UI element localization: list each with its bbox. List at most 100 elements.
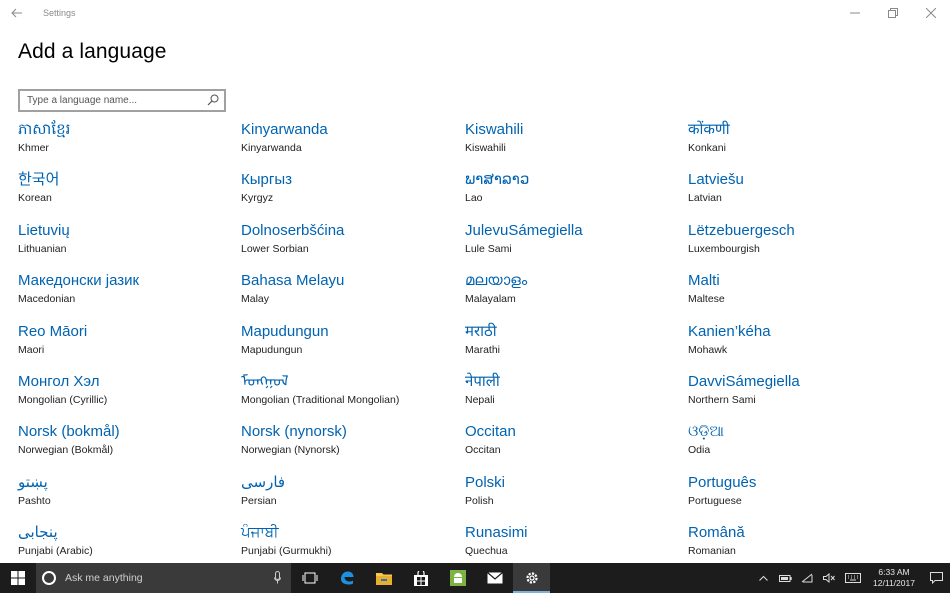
language-native-name: മലയാളം xyxy=(465,272,528,290)
start-button[interactable] xyxy=(0,563,36,593)
taskbar-app-edge[interactable] xyxy=(328,563,365,593)
language-native-name: 한국어 xyxy=(18,171,60,189)
language-native-name: Lëtzebuergesch xyxy=(688,221,795,239)
language-item[interactable]: Кыргыз Kyrgyz xyxy=(241,170,461,216)
settings-gear-icon xyxy=(525,572,538,584)
clock-date: 12/11/2017 xyxy=(873,578,915,588)
battery-button[interactable] xyxy=(774,563,796,593)
language-item[interactable]: Latviešu Latvian xyxy=(688,170,908,216)
language-native-name: JulevuSámegiella xyxy=(465,221,583,239)
restore-button[interactable] xyxy=(874,0,912,26)
language-english-name: Khmer xyxy=(18,142,49,154)
taskbar-app-android[interactable] xyxy=(439,563,476,593)
language-english-name: Romanian xyxy=(688,545,736,558)
language-item[interactable]: Mapudungun Mapudungun xyxy=(241,322,461,368)
language-english-name: Marathi xyxy=(465,343,501,356)
language-item[interactable]: മലയാളം Malayalam xyxy=(465,271,685,317)
file-explorer-icon xyxy=(375,573,392,585)
language-native-name: Norsk (bokmål) xyxy=(18,423,120,441)
close-button[interactable] xyxy=(912,0,950,26)
language-item[interactable]: नेपाली Nepali xyxy=(465,372,685,418)
language-item[interactable]: ភាសាខ្មែរ Khmer xyxy=(18,120,238,166)
taskbar-app-store[interactable] xyxy=(402,563,439,593)
language-english-name: Latvian xyxy=(688,192,722,205)
language-item[interactable]: Bahasa Melayu Malay xyxy=(241,271,461,317)
keyboard-icon xyxy=(845,573,861,583)
clock[interactable]: 6:33 AM 12/11/2017 xyxy=(866,567,922,589)
language-item[interactable]: Lietuvių Lithuanian xyxy=(18,221,238,267)
language-item[interactable]: فارسی Persian xyxy=(241,473,461,519)
network-button[interactable] xyxy=(796,563,818,593)
language-item[interactable]: Dolnoserbšćina Lower Sorbian xyxy=(241,221,461,267)
language-item[interactable]: Kinyarwanda Kinyarwanda xyxy=(241,120,461,166)
language-native-name: Português xyxy=(688,473,757,491)
taskbar-app-file-explorer[interactable] xyxy=(365,563,402,593)
language-native-name: Reo Māori xyxy=(18,322,88,340)
language-item[interactable]: Română Romanian xyxy=(688,523,908,563)
language-english-name: Occitan xyxy=(465,444,501,457)
volume-button[interactable] xyxy=(818,563,840,593)
language-item[interactable]: پنجابی Punjabi (Arabic) xyxy=(18,523,238,563)
language-item[interactable]: कोंकणी Konkani xyxy=(688,120,908,166)
language-native-name: Dolnoserbšćina xyxy=(241,221,345,239)
language-item[interactable]: ᠮᠣᠩᠭᠣᠯ Mongolian (Traditional Mongolian) xyxy=(241,372,461,418)
microphone-icon[interactable] xyxy=(274,571,281,584)
language-item[interactable]: Reo Māori Maori xyxy=(18,322,238,368)
language-english-name: Malayalam xyxy=(465,293,516,306)
minimize-button[interactable] xyxy=(836,0,874,26)
language-native-name: नेपाली xyxy=(465,373,500,390)
action-center-button[interactable] xyxy=(922,563,950,593)
language-item[interactable]: Lëtzebuergesch Luxembourgish xyxy=(688,221,908,267)
language-item[interactable]: Português Portuguese xyxy=(688,473,908,519)
language-native-name: پښتو xyxy=(18,473,48,491)
title-bar: Settings xyxy=(0,0,950,26)
language-english-name: Pashto xyxy=(18,494,51,507)
language-english-name: Odia xyxy=(688,444,711,457)
language-english-name: Persian xyxy=(241,494,277,507)
language-item[interactable]: Kanien’kéha Mohawk xyxy=(688,322,908,368)
language-english-name: Korean xyxy=(18,192,52,205)
language-native-name: ਪੰਜਾਬੀ xyxy=(241,524,279,542)
language-search-input[interactable] xyxy=(27,95,202,106)
language-native-name: Lietuvių xyxy=(18,221,70,239)
language-item[interactable]: Malti Maltese xyxy=(688,271,908,317)
language-native-name: Kanien’kéha xyxy=(688,322,771,340)
language-item[interactable]: ଓଡ଼ିଆ Odia xyxy=(688,422,908,468)
language-item[interactable]: Kiswahili Kiswahili xyxy=(465,120,685,166)
language-english-name: Macedonian xyxy=(18,293,76,306)
task-view-button[interactable] xyxy=(291,563,328,593)
cortana-search-box[interactable]: Ask me anything xyxy=(36,563,291,593)
language-search-box[interactable] xyxy=(18,89,226,112)
taskbar-app-mail[interactable] xyxy=(476,563,513,593)
language-native-name: मराठी xyxy=(465,322,497,340)
language-item[interactable]: Монгол Хэл Mongolian (Cyrillic) xyxy=(18,372,238,418)
language-native-name: پنجابی xyxy=(18,524,58,542)
touch-keyboard-button[interactable] xyxy=(840,563,866,593)
language-item[interactable]: Runasimi Quechua xyxy=(465,523,685,563)
language-native-name: Occitan xyxy=(465,423,516,441)
language-item[interactable]: JulevuSámegiella Lule Sami xyxy=(465,221,685,267)
language-native-name: Română xyxy=(688,524,745,542)
language-item[interactable]: Occitan Occitan xyxy=(465,422,685,468)
language-item[interactable]: 한국어 Korean xyxy=(18,170,238,216)
language-native-name: Монгол Хэл xyxy=(18,373,100,390)
language-item[interactable]: پښتو Pashto xyxy=(18,473,238,519)
language-item[interactable]: DavviSámegiella Northern Sami xyxy=(688,372,908,418)
notification-icon xyxy=(929,572,943,584)
cortana-icon xyxy=(42,571,56,585)
show-hidden-icons-button[interactable] xyxy=(752,563,774,593)
language-item[interactable]: ਪੰਜਾਬੀ Punjabi (Gurmukhi) xyxy=(241,523,461,563)
taskbar-app-settings[interactable] xyxy=(513,563,550,593)
language-item[interactable]: Norsk (bokmål) Norwegian (Bokmål) xyxy=(18,422,238,468)
language-item[interactable]: Polski Polish xyxy=(465,473,685,519)
language-native-name: Кыргыз xyxy=(241,171,292,189)
language-item[interactable]: Македонски јазик Macedonian xyxy=(18,271,238,317)
language-english-name: Northern Sami xyxy=(688,394,756,406)
back-button[interactable] xyxy=(0,0,34,26)
language-item[interactable]: Norsk (nynorsk) Norwegian (Nynorsk) xyxy=(241,422,461,468)
language-item[interactable]: मराठी Marathi xyxy=(465,322,685,368)
language-english-name: Kyrgyz xyxy=(241,192,274,205)
language-item[interactable]: ພາສາລາວ Lao xyxy=(465,170,685,216)
close-icon xyxy=(926,8,936,18)
search-icon[interactable] xyxy=(207,94,219,106)
